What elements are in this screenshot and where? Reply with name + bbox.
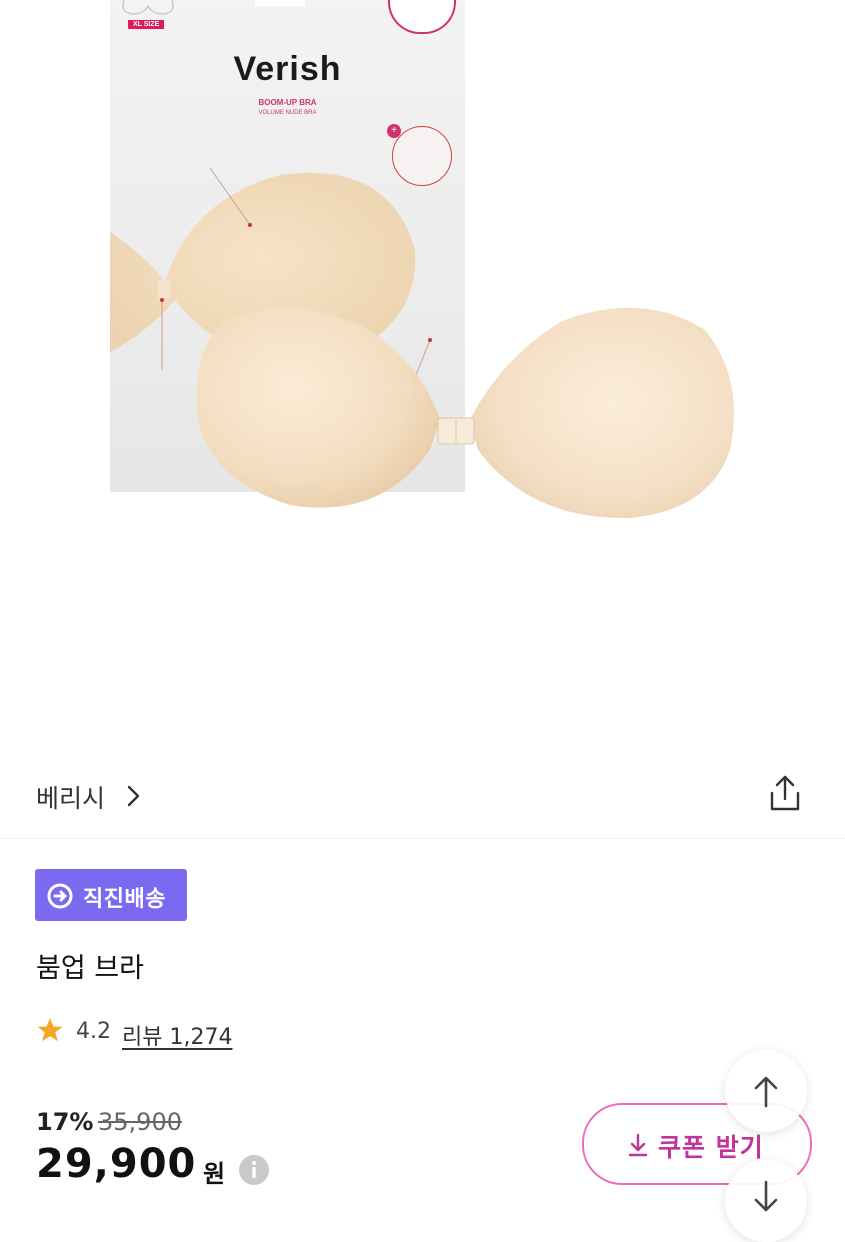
sale-price: 29,900 (36, 1141, 197, 1187)
star-icon (37, 1018, 63, 1042)
arrow-down-icon (754, 1180, 778, 1212)
product-title: 붐업 브라 (36, 953, 144, 984)
discount-rate: 17% (36, 1108, 94, 1136)
download-icon (628, 1133, 648, 1157)
review-count-link[interactable]: 리뷰 1,274 (122, 1019, 232, 1051)
bra-illustration (110, 167, 735, 519)
rating-value: 4.2 (76, 1019, 111, 1044)
direct-delivery-icon (47, 883, 73, 909)
chevron-right-icon[interactable] (125, 784, 143, 808)
scroll-down-button[interactable] (725, 1160, 807, 1242)
original-price: 35,900 (98, 1108, 182, 1136)
scroll-top-button[interactable] (725, 1050, 807, 1132)
share-icon[interactable] (765, 771, 805, 815)
bra-right-cup (470, 307, 735, 519)
badge-label: 직진배송 (83, 887, 166, 912)
arrow-up-icon (754, 1076, 778, 1108)
info-icon[interactable] (238, 1154, 270, 1186)
bra-left-cup (196, 308, 440, 508)
section-divider (0, 838, 845, 839)
direct-delivery-badge: 직진배송 (35, 869, 187, 921)
brand-row: 베리시 (0, 765, 845, 827)
coupon-label: 쿠폰 받기 (658, 1133, 764, 1162)
product-image[interactable]: XL SIZE Verish BOOM-UP BRA VOLUME NUDE B… (0, 0, 845, 745)
price-unit: 원 (203, 1160, 226, 1188)
brand-link[interactable]: 베리시 (36, 779, 105, 815)
